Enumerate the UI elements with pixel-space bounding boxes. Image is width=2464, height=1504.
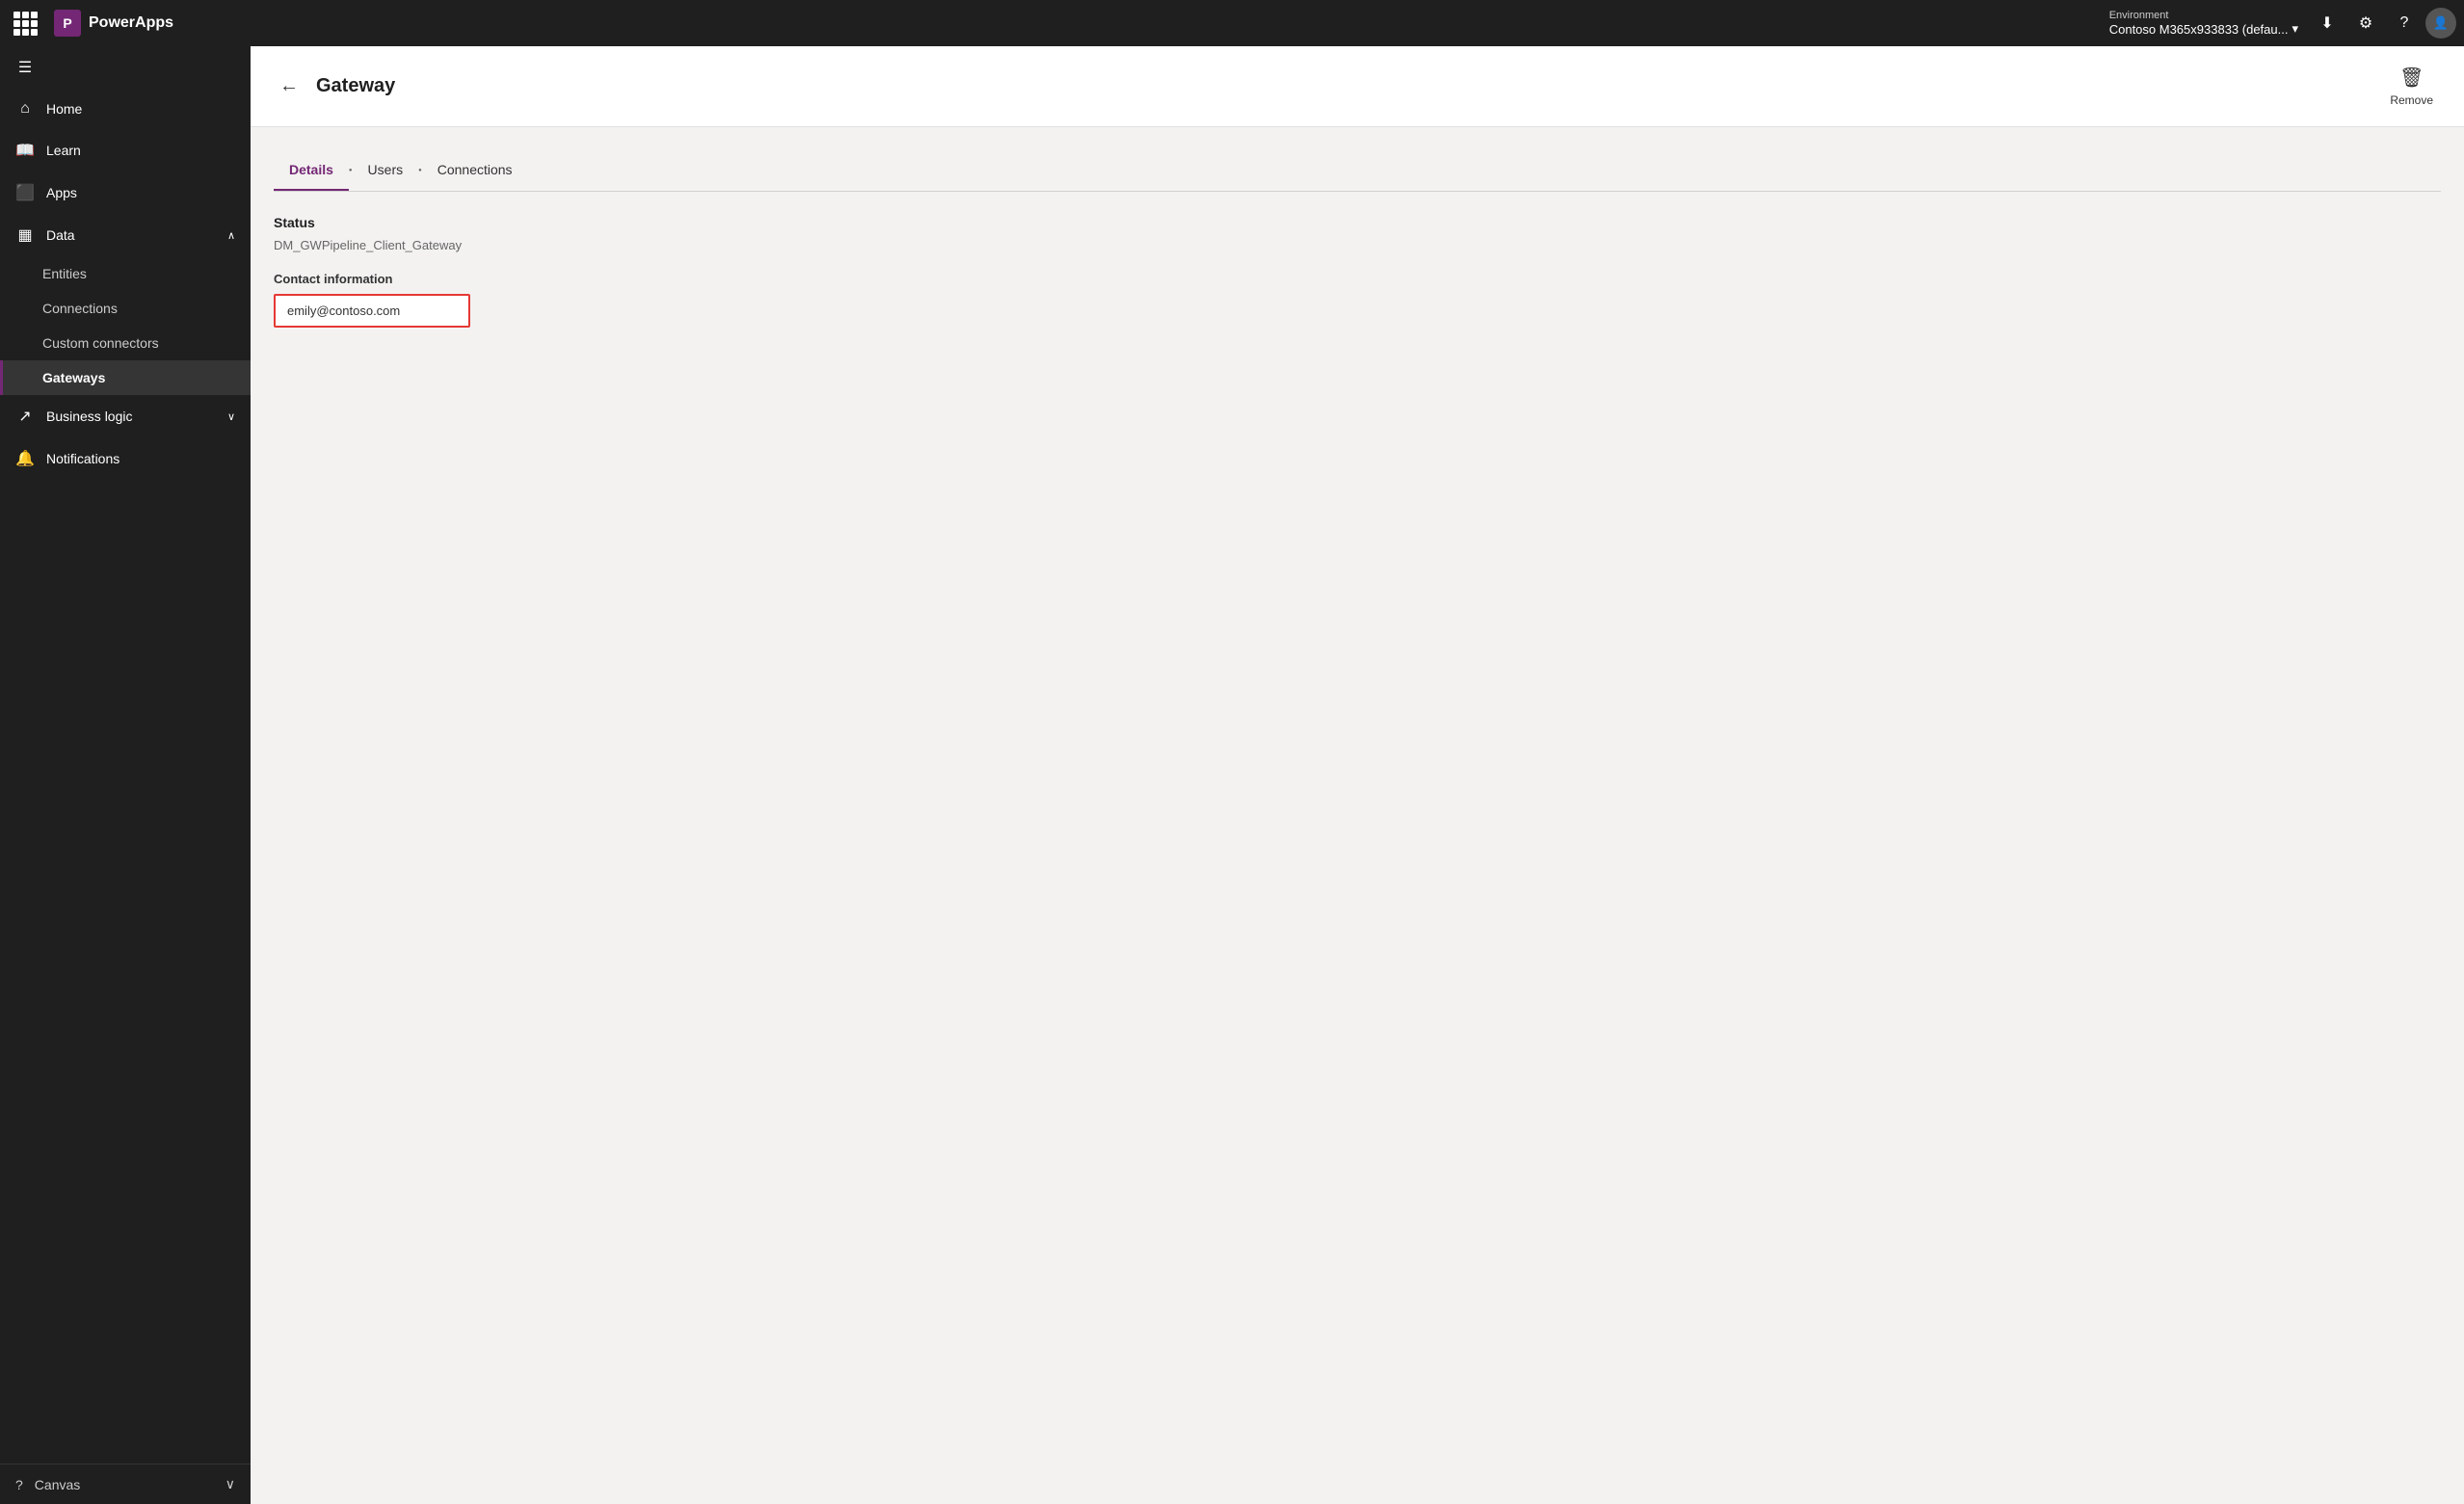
sidebar-item-label: Data (46, 227, 216, 243)
topbar: P PowerApps Environment Contoso M365x933… (0, 0, 2464, 46)
contact-email-input[interactable] (276, 296, 468, 326)
sidebar-sub-label: Connections (42, 301, 118, 316)
back-button[interactable]: ← (274, 71, 305, 102)
topbar-icons: ⬇ ⚙ ? 👤 (2310, 6, 2456, 40)
status-section-label: Status (274, 215, 2441, 230)
settings-button[interactable]: ⚙ (2348, 6, 2383, 40)
tab-details-label: Details (289, 162, 333, 177)
canvas-label: Canvas (35, 1477, 80, 1492)
remove-button[interactable]: 🗑 Remove (2382, 62, 2441, 111)
waffle-menu-button[interactable] (8, 6, 42, 40)
home-icon: ⌂ (15, 100, 35, 118)
sidebar-sub-item-connections[interactable]: Connections (0, 291, 251, 326)
sidebar-item-notifications[interactable]: 🔔 Notifications (0, 437, 251, 480)
sidebar-sub-item-custom-connectors[interactable]: Custom connectors (0, 326, 251, 360)
sidebar-item-label: Home (46, 101, 235, 117)
sidebar: ☰ ⌂ Home 📖 Learn ⬛ Apps ▦ Data ∧ Entitie… (0, 46, 251, 1504)
sidebar-sub-item-entities[interactable]: Entities (0, 256, 251, 291)
notifications-icon: 🔔 (15, 449, 35, 468)
page-header-left: ← Gateway (274, 71, 395, 102)
chevron-up-icon: ∧ (227, 229, 235, 242)
main-content: ← Gateway 🗑 Remove Details ● Users ● (251, 46, 2464, 1504)
sidebar-item-home[interactable]: ⌂ Home (0, 89, 251, 129)
page-title: Gateway (316, 75, 395, 97)
sidebar-item-business-logic[interactable]: ↗ Business logic ∨ (0, 395, 251, 437)
canvas-icon: ? (15, 1477, 23, 1492)
sidebar-item-label: Business logic (46, 409, 216, 424)
environment-name: Contoso M365x933833 (defau... ▾ (2109, 21, 2298, 37)
tab-users-label: Users (368, 162, 404, 177)
avatar-initials: 👤 (2433, 15, 2449, 31)
tab-connections[interactable]: Connections (422, 150, 528, 191)
trash-icon: 🗑 (2399, 66, 2424, 90)
data-icon: ▦ (15, 225, 35, 245)
waffle-icon (13, 12, 38, 36)
content-area: Details ● Users ● Connections Status DM_… (251, 127, 2464, 1504)
brand-logo-box: P (54, 10, 81, 37)
environment-label: Environment (2109, 10, 2169, 21)
tab-connections-label: Connections (437, 162, 513, 177)
sidebar-item-data[interactable]: ▦ Data ∧ (0, 214, 251, 256)
contact-info-label: Contact information (274, 272, 2441, 286)
sidebar-item-label: Notifications (46, 451, 235, 466)
sidebar-footer: ? Canvas ∨ (0, 1464, 251, 1504)
avatar[interactable]: 👤 (2425, 8, 2456, 39)
sidebar-item-apps[interactable]: ⬛ Apps (0, 172, 251, 214)
hamburger-icon: ☰ (15, 58, 35, 77)
chevron-down-icon: ▾ (2292, 21, 2298, 37)
tab-users[interactable]: Users (353, 150, 419, 191)
sidebar-sub-label: Gateways (42, 370, 105, 385)
sidebar-item-label: Apps (46, 185, 235, 200)
brand-logo-icon: P (63, 15, 71, 31)
sidebar-sub-item-gateways[interactable]: Gateways (0, 360, 251, 395)
remove-label: Remove (2390, 93, 2433, 107)
sidebar-sub-label: Entities (42, 266, 87, 281)
chevron-down-icon: ∨ (225, 1476, 235, 1492)
help-icon: ? (2400, 14, 2409, 32)
sidebar-hamburger[interactable]: ☰ (0, 46, 251, 89)
page-header: ← Gateway 🗑 Remove (251, 46, 2464, 127)
contact-input-wrapper (274, 294, 470, 328)
business-logic-icon: ↗ (15, 407, 35, 426)
download-button[interactable]: ⬇ (2310, 6, 2345, 40)
sidebar-item-learn[interactable]: 📖 Learn (0, 129, 251, 172)
chevron-down-icon: ∨ (227, 410, 235, 423)
download-icon: ⬇ (2320, 13, 2333, 33)
environment-selector[interactable]: Environment Contoso M365x933833 (defau..… (2102, 10, 2306, 37)
brand: P PowerApps (46, 10, 181, 37)
learn-icon: 📖 (15, 141, 35, 160)
help-button[interactable]: ? (2387, 6, 2422, 40)
main-layout: ☰ ⌂ Home 📖 Learn ⬛ Apps ▦ Data ∧ Entitie… (0, 46, 2464, 1504)
tab-details[interactable]: Details (274, 150, 349, 191)
tabs: Details ● Users ● Connections (274, 150, 2441, 192)
gateway-name: DM_GWPipeline_Client_Gateway (274, 238, 2441, 252)
sidebar-footer-canvas[interactable]: ? Canvas ∨ (0, 1464, 251, 1504)
apps-icon: ⬛ (15, 183, 35, 202)
gear-icon: ⚙ (2359, 13, 2372, 33)
back-arrow-icon: ← (279, 75, 299, 97)
sidebar-sub-label: Custom connectors (42, 335, 159, 351)
brand-name: PowerApps (89, 14, 173, 32)
sidebar-item-label: Learn (46, 143, 235, 158)
